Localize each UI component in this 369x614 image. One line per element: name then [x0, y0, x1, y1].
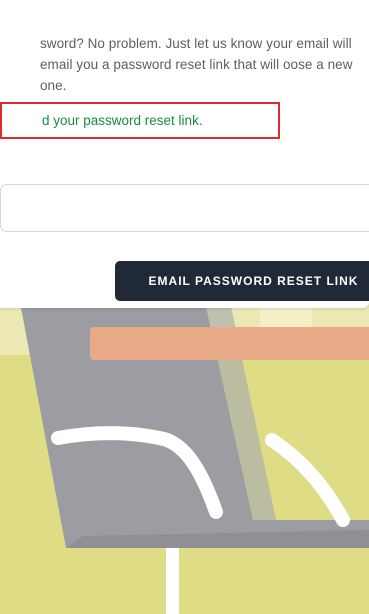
- password-reset-instructions: sword? No problem. Just let us know your…: [40, 36, 353, 93]
- email-field[interactable]: [0, 184, 369, 232]
- chair-post: [166, 548, 179, 614]
- password-reset-status-message: d your password reset link.: [0, 102, 280, 139]
- desk-edge: [90, 327, 369, 360]
- email-password-reset-link-button[interactable]: EMAIL PASSWORD RESET LINK: [115, 261, 369, 301]
- forgot-password-screen: sword? No problem. Just let us know your…: [0, 0, 369, 614]
